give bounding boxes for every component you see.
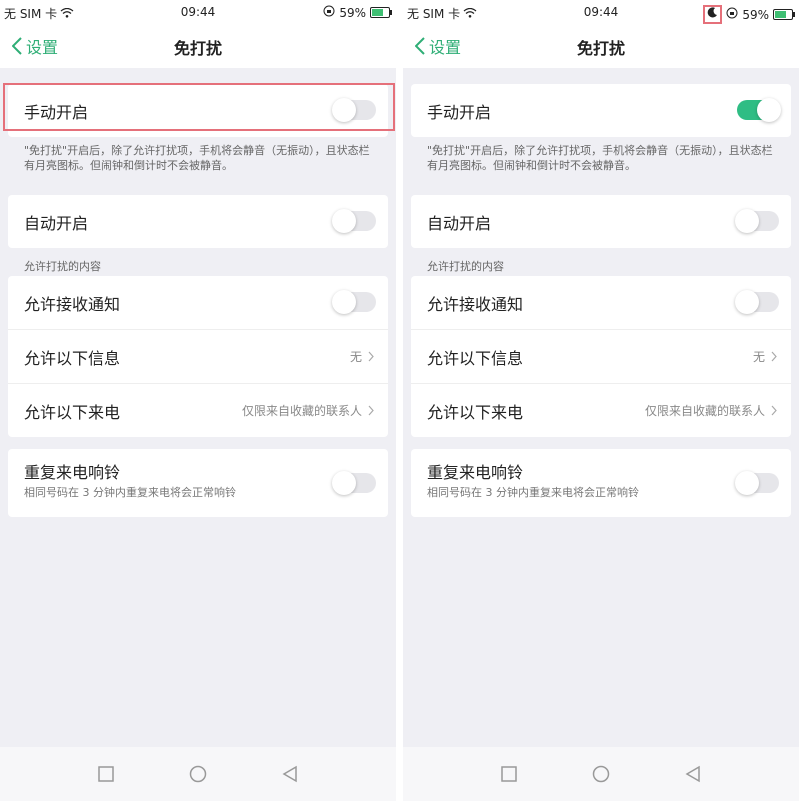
phone-right: 无 SIM 卡 09:44 59% 设置 免打扰 手动开启 "免打扰"开启后，除…	[403, 0, 799, 801]
recent-apps-icon[interactable]	[500, 765, 518, 783]
allow-notify-toggle[interactable]	[735, 290, 779, 314]
divider	[396, 0, 403, 801]
battery-icon	[370, 7, 392, 18]
repeat-label: 重复来电响铃	[24, 463, 121, 482]
lock-rotation-icon	[323, 5, 335, 20]
allowed-card: 允许接收通知 允许以下信息 无 允许以下来电 仅限来自收藏的联系人	[411, 276, 791, 437]
manual-label: 手动开启	[427, 103, 492, 122]
chevron-right-icon	[771, 405, 777, 416]
allow-notify-label: 允许接收通知	[427, 295, 524, 314]
allow-calls-row[interactable]: 允许以下来电 仅限来自收藏的联系人	[8, 384, 388, 437]
repeat-card: 重复来电响铃 相同号码在 3 分钟内重复来电将会正常响铃	[411, 449, 791, 517]
allow-messages-label: 允许以下信息	[427, 349, 524, 368]
back-triangle-icon[interactable]	[684, 765, 702, 783]
allow-messages-label: 允许以下信息	[24, 349, 121, 368]
auto-row[interactable]: 自动开启	[8, 195, 388, 248]
allow-calls-label: 允许以下来电	[24, 403, 121, 422]
section-title: 允许打扰的内容	[24, 260, 101, 273]
chevron-right-icon	[368, 351, 374, 362]
page-title: 免打扰	[173, 39, 222, 58]
allow-messages-row[interactable]: 允许以下信息 无	[8, 330, 388, 384]
repeat-label: 重复来电响铃	[427, 463, 524, 482]
chevron-right-icon	[771, 351, 777, 362]
allow-messages-row[interactable]: 允许以下信息 无	[411, 330, 791, 384]
auto-card: 自动开启	[411, 195, 791, 248]
repeat-row[interactable]: 重复来电响铃 相同号码在 3 分钟内重复来电将会正常响铃	[411, 449, 791, 517]
auto-toggle[interactable]	[735, 209, 779, 233]
system-nav-bar	[0, 747, 396, 801]
description-text: "免打扰"开启后，除了允许打扰项，手机将会静音（无振动），且状态栏有月亮图标。但…	[427, 144, 773, 172]
battery-icon	[773, 9, 795, 20]
repeat-toggle[interactable]	[735, 471, 779, 495]
allow-notify-row[interactable]: 允许接收通知	[411, 276, 791, 330]
manual-card: 手动开启	[8, 84, 388, 137]
manual-card: 手动开启	[411, 84, 791, 137]
description-text: "免打扰"开启后，除了允许打扰项，手机将会静音（无振动），且状态栏有月亮图标。但…	[24, 144, 370, 172]
manual-toggle[interactable]	[332, 98, 376, 122]
chevron-right-icon	[368, 405, 374, 416]
page-title: 免打扰	[576, 39, 625, 58]
battery-percent: 59%	[339, 5, 366, 20]
repeat-sub: 相同号码在 3 分钟内重复来电将会正常响铃	[24, 486, 236, 499]
auto-row[interactable]: 自动开启	[411, 195, 791, 248]
allow-calls-label: 允许以下来电	[427, 403, 524, 422]
repeat-row[interactable]: 重复来电响铃 相同号码在 3 分钟内重复来电将会正常响铃	[8, 449, 388, 517]
auto-card: 自动开启	[8, 195, 388, 248]
manual-label: 手动开启	[24, 103, 89, 122]
back-triangle-icon[interactable]	[281, 765, 299, 783]
allow-messages-value: 无	[349, 350, 362, 364]
allow-calls-row[interactable]: 允许以下来电 仅限来自收藏的联系人	[411, 384, 791, 437]
lock-rotation-icon	[726, 7, 738, 22]
phone-left: 无 SIM 卡 09:44 59% 设置 免打扰 手动开启 "免打扰"开启后，除…	[0, 0, 396, 801]
manual-row[interactable]: 手动开启	[8, 84, 388, 137]
allow-messages-value: 无	[752, 350, 765, 364]
repeat-card: 重复来电响铃 相同号码在 3 分钟内重复来电将会正常响铃	[8, 449, 388, 517]
allow-calls-value: 仅限来自收藏的联系人	[644, 404, 765, 418]
manual-toggle[interactable]	[737, 98, 781, 122]
allow-calls-value: 仅限来自收藏的联系人	[241, 404, 362, 418]
home-icon[interactable]	[189, 765, 207, 783]
auto-label: 自动开启	[427, 214, 492, 233]
nav-bar: 设置 免打扰	[0, 26, 396, 68]
home-icon[interactable]	[592, 765, 610, 783]
screenshot-comparison: 无 SIM 卡 09:44 59% 设置 免打扰 手动开启 "免打扰"开启后，除…	[0, 0, 800, 801]
allow-notify-row[interactable]: 允许接收通知	[8, 276, 388, 330]
repeat-toggle[interactable]	[332, 471, 376, 495]
auto-toggle[interactable]	[332, 209, 376, 233]
nav-bar: 设置 免打扰	[403, 26, 799, 68]
recent-apps-icon[interactable]	[97, 765, 115, 783]
allow-notify-toggle[interactable]	[332, 290, 376, 314]
moon-icon	[703, 5, 723, 24]
status-bar: 无 SIM 卡 09:44 59%	[0, 0, 396, 26]
repeat-sub: 相同号码在 3 分钟内重复来电将会正常响铃	[427, 486, 639, 499]
manual-row[interactable]: 手动开启	[411, 84, 791, 137]
allow-notify-label: 允许接收通知	[24, 295, 121, 314]
system-nav-bar	[403, 747, 799, 801]
status-bar: 无 SIM 卡 09:44 59%	[403, 0, 799, 26]
auto-label: 自动开启	[24, 214, 89, 233]
allowed-card: 允许接收通知 允许以下信息 无 允许以下来电 仅限来自收藏的联系人	[8, 276, 388, 437]
section-title: 允许打扰的内容	[427, 260, 504, 273]
battery-percent: 59%	[742, 7, 769, 22]
